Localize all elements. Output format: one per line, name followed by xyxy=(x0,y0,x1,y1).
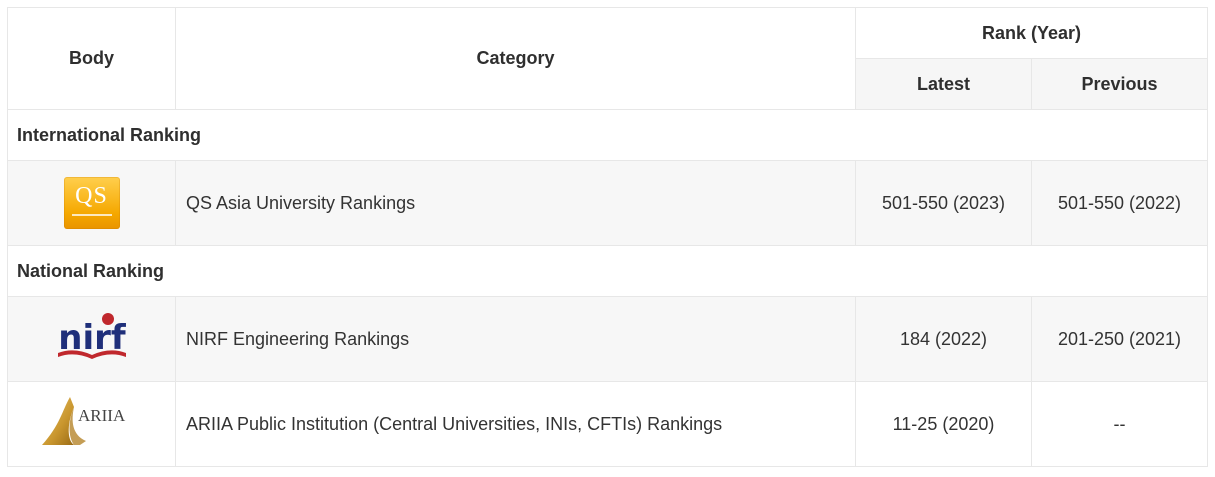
header-body: Body xyxy=(7,7,176,110)
previous-rank-cell: -- xyxy=(1030,381,1209,467)
header-rank-year: Rank (Year) xyxy=(854,7,1209,59)
previous-rank-cell: 201-250 (2021) xyxy=(1030,296,1209,382)
section-title: International Ranking xyxy=(6,109,1209,161)
table-row: ARIIA ARIIA Public Institution (Central … xyxy=(7,381,1209,467)
body-cell: QS xyxy=(7,160,176,246)
header-previous: Previous xyxy=(1030,58,1209,110)
section-row-international: International Ranking xyxy=(6,109,1209,161)
category-cell: NIRF Engineering Rankings xyxy=(175,296,856,382)
qs-logo-icon: QS xyxy=(63,177,120,229)
category-cell: ARIIA Public Institution (Central Univer… xyxy=(175,381,856,467)
latest-rank-cell: 184 (2022) xyxy=(855,296,1032,382)
svg-text:ARIIA: ARIIA xyxy=(78,406,126,425)
header-latest: Latest xyxy=(855,58,1032,110)
body-cell: ARIIA xyxy=(7,381,176,467)
rankings-table: Body Category Rank (Year) Latest Previou… xyxy=(6,7,1209,467)
nirf-logo-icon: nirf xyxy=(52,309,132,370)
category-cell: QS Asia University Rankings xyxy=(175,160,856,246)
section-row-national: National Ranking xyxy=(6,245,1209,297)
latest-rank-cell: 501-550 (2023) xyxy=(855,160,1032,246)
body-cell: nirf xyxy=(7,296,176,382)
rankings-table-container: Body Category Rank (Year) Latest Previou… xyxy=(6,7,1209,467)
header-row-top: Body Category Rank (Year) xyxy=(7,7,1209,110)
previous-rank-cell: 501-550 (2022) xyxy=(1030,160,1209,246)
table-row: QS QS Asia University Rankings 501-550 (… xyxy=(7,160,1209,246)
latest-rank-cell: 11-25 (2020) xyxy=(855,381,1032,467)
header-category: Category xyxy=(175,7,856,110)
table-row: nirf NIRF Engineering Rankings 184 (2022… xyxy=(7,296,1209,382)
ariia-logo-icon: ARIIA xyxy=(38,395,146,454)
section-title: National Ranking xyxy=(6,245,1209,297)
